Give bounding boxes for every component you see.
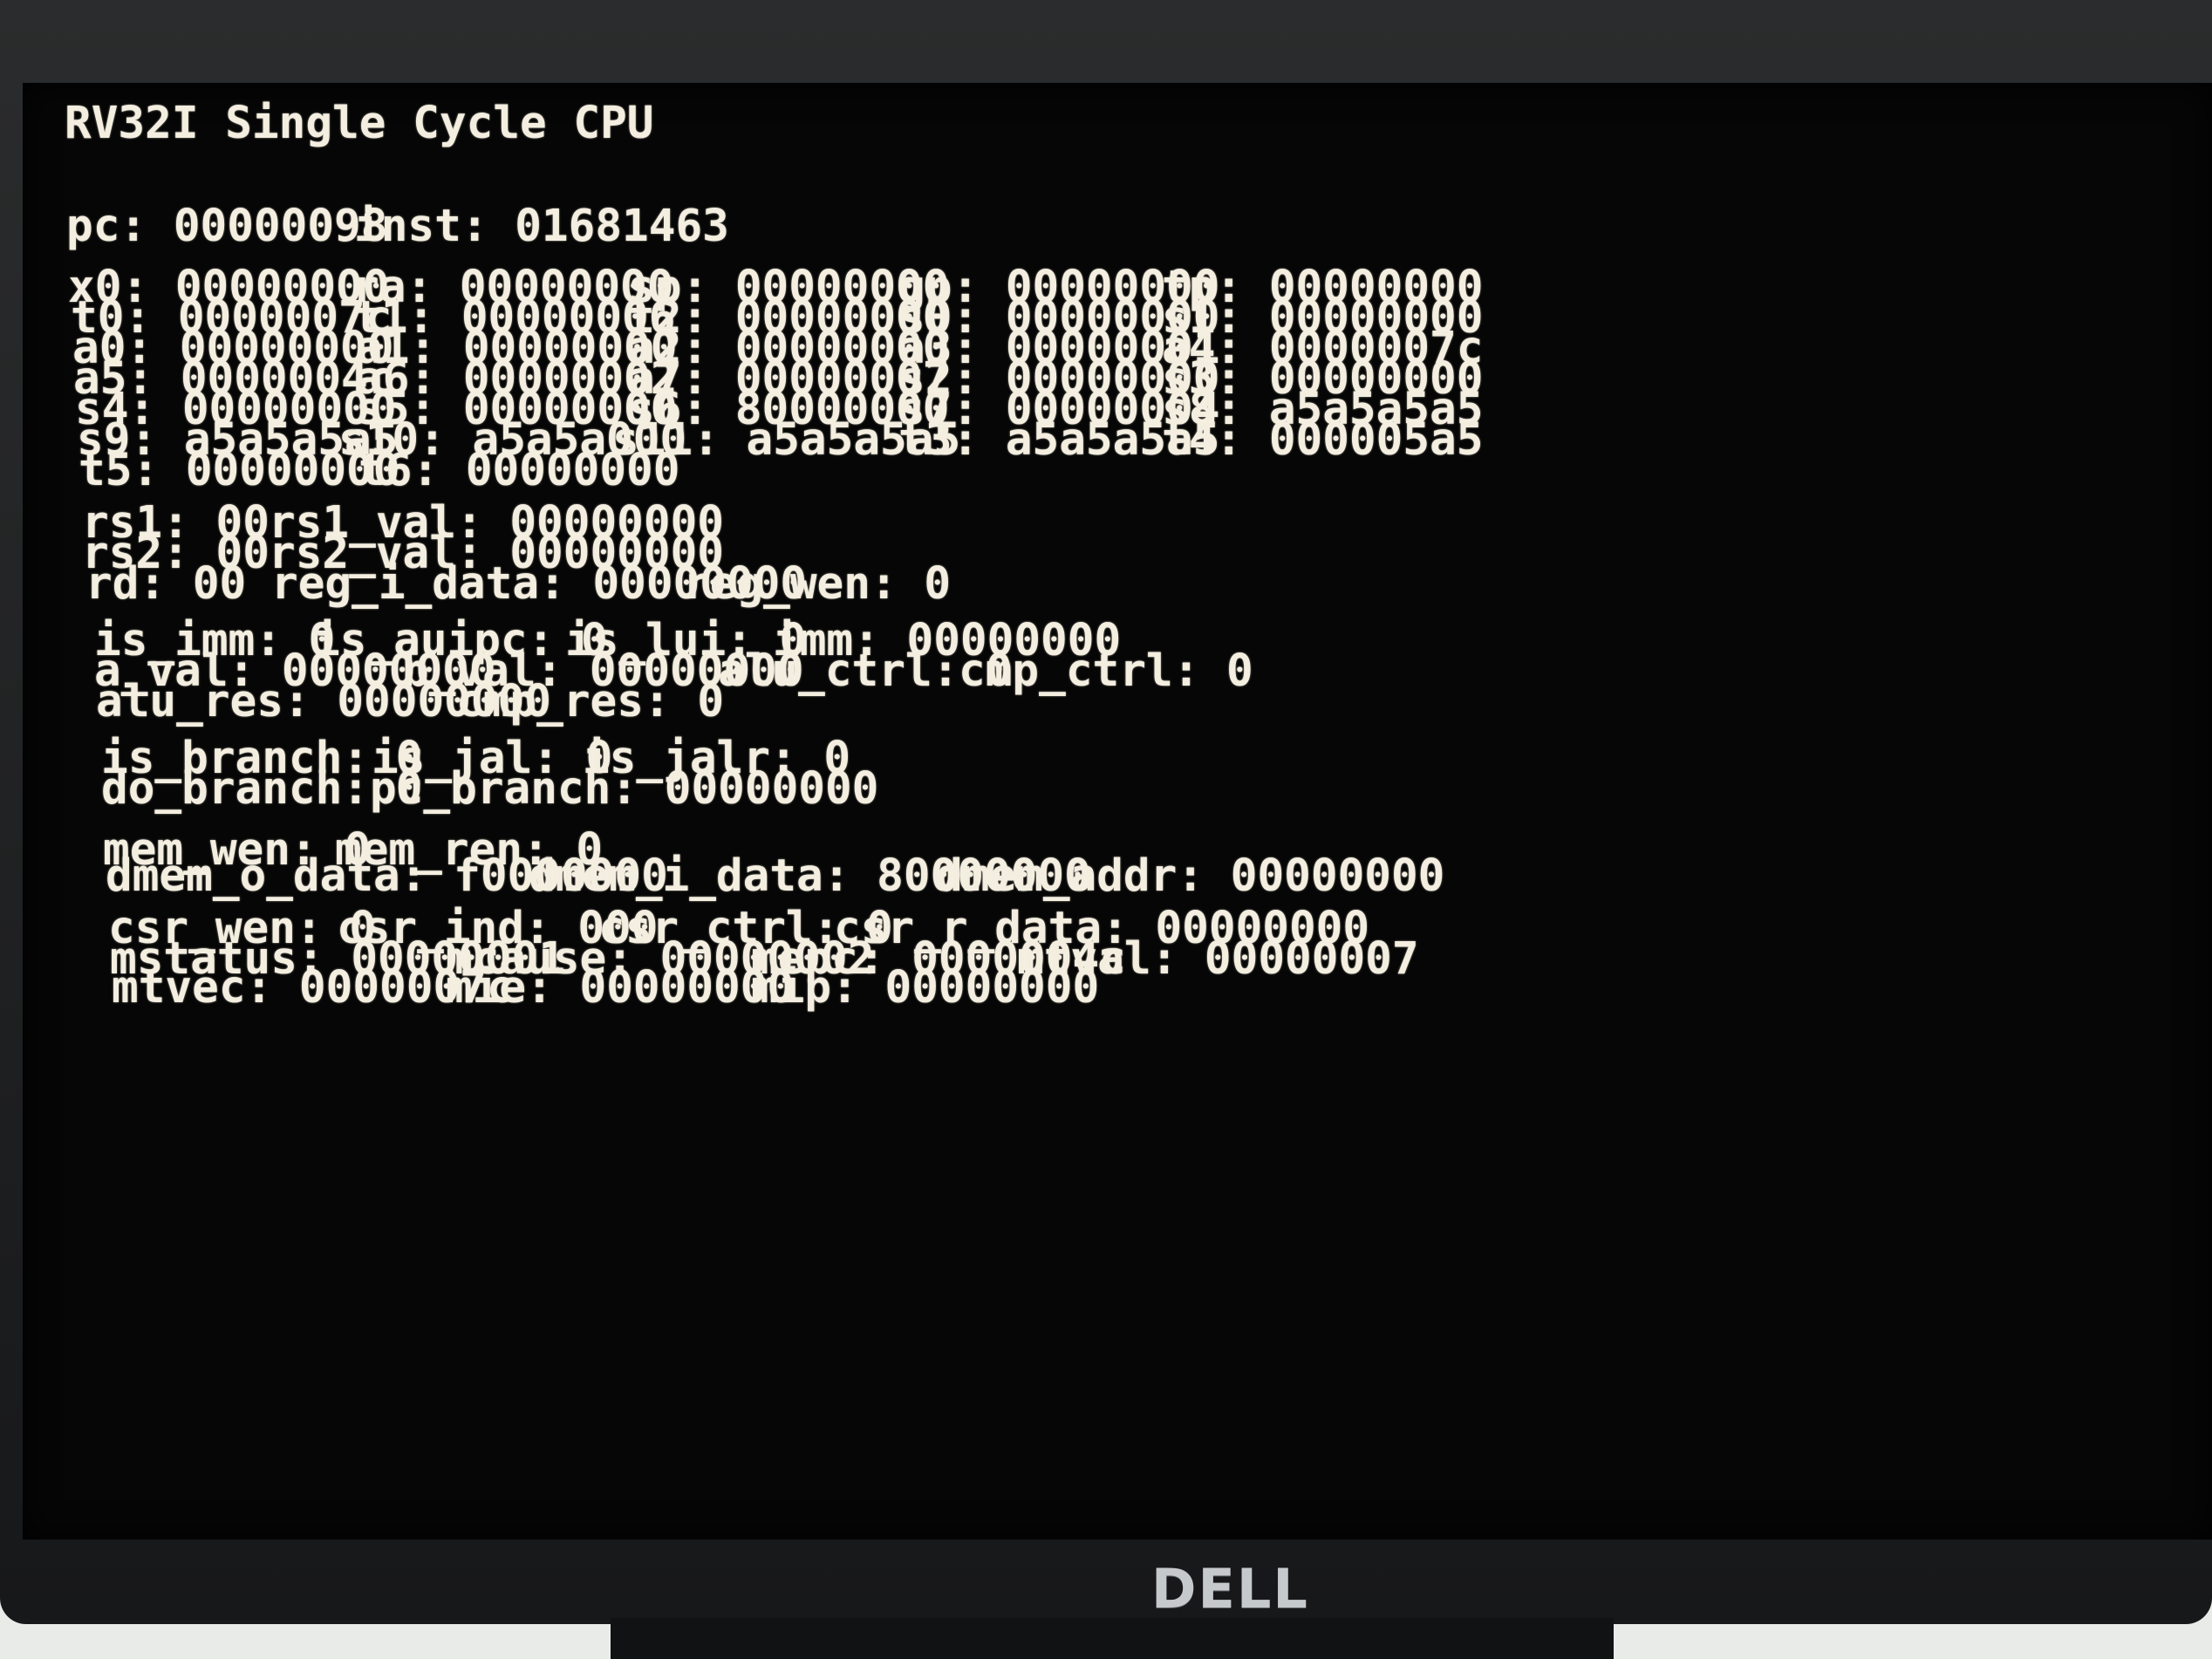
monitor-stand bbox=[611, 1618, 1614, 1659]
pc-line-field-inst: inst: 01681463 bbox=[354, 201, 729, 252]
pc-line-row: pc: 00000098 inst: 01681463 bbox=[23, 196, 2195, 257]
csr-row: mtvec: 0000007c mie: 00000000 mip: 0000000… bbox=[23, 958, 2195, 1019]
branch-row: do_branch: 0 pc_branch: 00000000 bbox=[23, 759, 2195, 820]
regfile-field-rd: rd: 00 bbox=[85, 558, 247, 610]
alu-row: alu_res: 00000000 cmp_res: 0 bbox=[23, 672, 2195, 733]
alu-field-cmp-res: cmp_res: 0 bbox=[456, 676, 725, 727]
branch-field-pc-branch: pc_branch: 00000000 bbox=[370, 763, 879, 815]
regfile-field-reg-wen: reg_wen: 0 bbox=[683, 558, 952, 610]
pc-line-field-pc: pc: 00000098 bbox=[66, 201, 388, 252]
csr-field-mip: mip: 00000000 bbox=[751, 962, 1100, 1014]
screen-title: RV32I Single Cycle CPU bbox=[65, 98, 654, 149]
regfile-row: rd: 00 reg_i_data: 00000000 reg_wen: 0 bbox=[23, 554, 2195, 615]
csr-field-mie: mie: 00000000 bbox=[446, 962, 795, 1014]
monitor-screen: RV32I Single Cycle CPU pc: 00000098 inst:… bbox=[23, 83, 2212, 1540]
dell-logo: DELL bbox=[1151, 1557, 1309, 1621]
